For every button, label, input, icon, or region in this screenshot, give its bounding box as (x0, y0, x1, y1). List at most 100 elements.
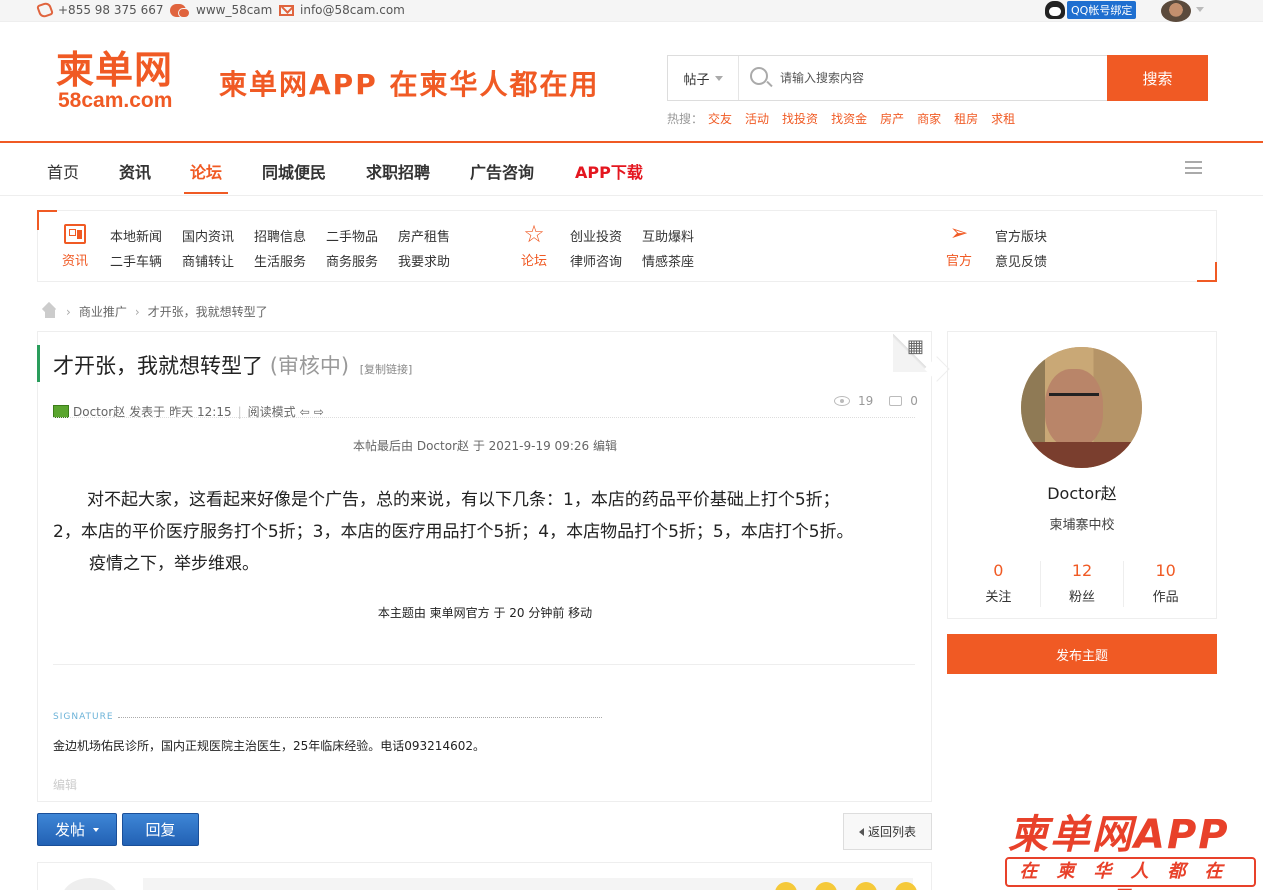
follow-label: 关注 (985, 590, 1012, 605)
follow-count: 0 (993, 561, 1004, 580)
avatar-face (1045, 369, 1103, 447)
category-link[interactable]: 律师咨询 (570, 251, 622, 270)
publish-topic-button[interactable]: 发布主题 (947, 634, 1217, 674)
category-link[interactable]: 二手车辆 (110, 251, 162, 270)
user-avatar[interactable] (1161, 0, 1191, 22)
search-input[interactable] (780, 66, 1100, 90)
new-post-label: 发帖 (54, 821, 85, 839)
category-link[interactable]: 国内资讯 (182, 226, 234, 245)
fans-label: 粉丝 (1069, 590, 1096, 605)
news-icon (64, 224, 86, 244)
category-link[interactable]: 情感茶座 (642, 251, 694, 270)
star-icon: ☆ (523, 220, 545, 248)
emoji-icon[interactable] (895, 882, 917, 890)
copy-link-button[interactable]: [复制链接] (360, 363, 413, 376)
category-link[interactable]: 创业投资 (570, 226, 622, 245)
category-head-label: 资讯 (61, 254, 88, 269)
header-slogan: 柬单网APP 在柬华人都在用 (219, 68, 600, 101)
author-name[interactable]: Doctor赵 (947, 480, 1217, 504)
category-link[interactable]: 本地新闻 (110, 226, 162, 245)
new-post-button[interactable]: 发帖 (37, 813, 117, 846)
breadcrumb-item-current[interactable]: 才开张，我就想转型了 (148, 303, 268, 320)
nav-advertising[interactable]: 广告咨询 (470, 159, 534, 183)
category-link[interactable]: 官方版块 (995, 226, 1047, 245)
category-link[interactable]: 商铺转让 (182, 251, 234, 270)
nav-home[interactable]: 首页 (47, 159, 79, 183)
works-label: 作品 (1152, 590, 1179, 605)
breadcrumb-separator: › (66, 304, 71, 319)
post-title-text: 才开张，我就想转型了 (53, 354, 263, 378)
nav-jobs[interactable]: 求职招聘 (366, 159, 430, 183)
eye-icon (834, 396, 850, 406)
follow-stat[interactable]: 0 关注 (957, 561, 1041, 607)
phone-contact: +855 98 375 667 (36, 1, 163, 19)
hot-search-term[interactable]: 找资金 (831, 110, 867, 127)
category-link[interactable]: 二手物品 (326, 226, 378, 245)
category-forum-head[interactable]: ☆ 论坛 (514, 220, 554, 269)
post-body-line: 疫情之下，举步维艰。 (89, 554, 259, 574)
home-icon[interactable] (42, 306, 58, 318)
author-avatar[interactable] (1021, 347, 1142, 468)
signature-label: SIGNATURE (53, 712, 602, 722)
chevron-down-icon (93, 827, 99, 832)
paper-plane-icon: ➢ (949, 221, 969, 246)
category-link[interactable]: 生活服务 (254, 251, 306, 270)
qq-bind-button[interactable]: QQ帐号绑定 (1045, 1, 1137, 19)
email-address[interactable]: info@58cam.com (300, 3, 405, 17)
app-download-ad[interactable]: 柬单网APP 在柬华人都在用 (1003, 800, 1259, 890)
back-to-list-button[interactable]: 返回列表 (843, 813, 932, 850)
hot-search-term[interactable]: 交友 (708, 110, 732, 127)
hot-search-term[interactable]: 租房 (954, 110, 978, 127)
nav-forum[interactable]: 论坛 (183, 159, 229, 194)
nav-local-services[interactable]: 同城便民 (262, 159, 326, 183)
hot-search-term[interactable]: 房产 (880, 110, 904, 127)
category-head-label: 论坛 (520, 254, 547, 269)
category-link[interactable]: 意见反馈 (995, 251, 1047, 270)
qq-penguin-icon (1045, 1, 1065, 19)
hamburger-menu-icon[interactable] (1185, 161, 1202, 174)
hot-search-list: 热搜： 交友 活动 找投资 找资金 房产 商家 租房 求租 (667, 110, 1015, 127)
reply-count: 0 (910, 394, 918, 408)
hot-search-label: 热搜： (667, 112, 704, 126)
nav-app-download[interactable]: APP下载 (575, 159, 643, 183)
email-contact[interactable]: info@58cam.com (279, 3, 405, 17)
nav-news[interactable]: 资讯 (119, 159, 151, 183)
category-link[interactable]: 我要求助 (398, 251, 450, 270)
avatar-shirt (1021, 442, 1142, 468)
site-header: 柬单网 58cam.com 柬单网APP 在柬华人都在用 帖子 搜索 热搜： 交… (0, 22, 1263, 143)
phone-icon (36, 1, 54, 19)
category-link[interactable]: 招聘信息 (254, 226, 306, 245)
reply-button[interactable]: 回复 (122, 813, 199, 846)
hot-search-term[interactable]: 商家 (917, 110, 941, 127)
category-link[interactable]: 商务服务 (326, 251, 378, 270)
post-body: 对不起大家，这看起来好像是个广告，总的来说，有以下几条：1，本店的药品平价基础上… (53, 484, 913, 580)
breadcrumb-item[interactable]: 商业推广 (79, 303, 127, 320)
back-to-list-label: 返回列表 (867, 825, 916, 839)
emoji-icon[interactable] (815, 882, 837, 890)
works-stat[interactable]: 10 作品 (1124, 561, 1207, 607)
category-link[interactable]: 房产租售 (398, 226, 450, 245)
search-button[interactable]: 搜索 (1107, 55, 1208, 101)
site-logo-domain[interactable]: 58cam.com (58, 89, 172, 113)
category-head-label: 官方 (945, 254, 972, 269)
category-official-head[interactable]: ➢ 官方 (939, 221, 979, 270)
category-link[interactable]: 互助爆料 (642, 226, 694, 245)
author-stats: 0 关注 12 粉丝 10 作品 (957, 561, 1207, 607)
site-logo[interactable]: 柬单网 (56, 49, 173, 91)
category-news-head[interactable]: 资讯 (55, 224, 95, 269)
search-type-select[interactable]: 帖子 (668, 56, 739, 100)
chevron-down-icon[interactable] (1196, 7, 1204, 12)
emoji-icon[interactable] (775, 882, 797, 890)
post-body-line: 2，本店的平价医疗服务打个5折；3，本店的医疗用品打个5折；4，本店物品打个5折… (53, 522, 854, 542)
edit-link[interactable]: 编辑 (53, 776, 77, 793)
emoji-icon[interactable] (855, 882, 877, 890)
app-ad-slogan: 在柬华人都在用 (1005, 857, 1256, 890)
hot-search-term[interactable]: 找投资 (782, 110, 818, 127)
fans-stat[interactable]: 12 粉丝 (1041, 561, 1125, 607)
comment-icon (889, 396, 903, 406)
hot-search-term[interactable]: 活动 (745, 110, 769, 127)
hot-search-term[interactable]: 求租 (991, 110, 1015, 127)
mail-icon (279, 4, 294, 16)
chevron-left-icon (858, 827, 864, 836)
chevron-down-icon (714, 75, 723, 81)
